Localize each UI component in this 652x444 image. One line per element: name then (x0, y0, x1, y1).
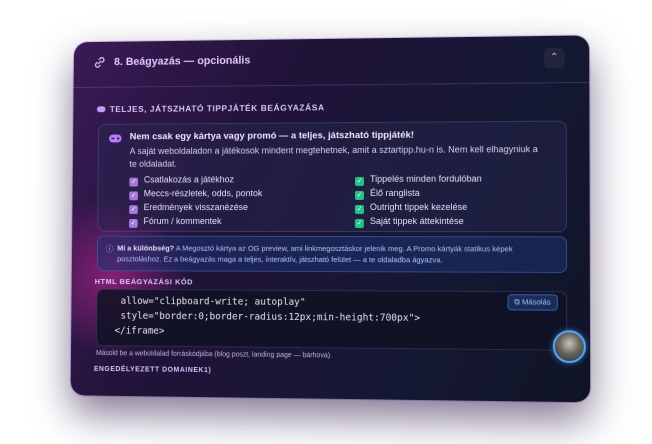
section-title: 8. Beágyazás — opcionális (114, 54, 251, 69)
feature-item: ✓ Outright tippek kezelése (354, 201, 468, 214)
feature-item: ✓ Tippelés minden fordulóban (354, 173, 482, 186)
code-line: </iframe> (114, 325, 165, 337)
info-icon: ⓘ (105, 244, 114, 254)
info-label: Mi a különbség? (117, 243, 175, 253)
copy-icon: ⧉ (514, 297, 522, 307)
code-line: allow="clipboard-write; autoplay" (120, 295, 306, 309)
link-icon (93, 56, 107, 70)
embed-box-description: A saját weboldaladon a játékosok mindent… (129, 144, 538, 169)
feature-item: ✓ Meccs-részletek, odds, pontok (129, 187, 263, 201)
code-block[interactable]: allow="clipboard-write; autoplay" style=… (96, 288, 568, 351)
copy-button[interactable]: ⧉ Másolás (507, 294, 558, 311)
feature-label: Csatlakozás a játékhoz (143, 174, 234, 185)
embed-info-box: Nem csak egy kártya vagy promó — a telje… (97, 120, 568, 233)
checkbox-icon: ✓ (128, 218, 138, 228)
feature-label: Outright tippek kezelése (369, 201, 468, 212)
feature-label: Eredmények visszanézése (143, 202, 249, 213)
gamepad-icon (109, 134, 122, 143)
code-hint: Másold be a weboldalad forráskódjába (bl… (95, 350, 332, 360)
feature-label: Saját tippek áttekintése (369, 215, 464, 227)
feature-label: Meccs-részletek, odds, pontok (143, 188, 263, 199)
domains-heading: ENGEDÉLYEZETT DOMAINEK1) (93, 365, 212, 375)
info-body: A Megosztó kártya az OG preview, ami lin… (117, 243, 513, 265)
feature-item: ✓ Csatlakozás a játékhoz (129, 173, 234, 187)
avatar[interactable] (552, 330, 586, 364)
checkbox-icon: ✓ (129, 177, 139, 187)
feature-label: Fórum / kommentek (143, 216, 222, 226)
embed-heading-text: TELJES, JÁTSZHATÓ TIPPJÁTÉK BEÁGYAZÁSA (109, 102, 325, 115)
checkbox-icon: ✓ (354, 190, 364, 200)
feature-label: Élő ranglista (369, 187, 420, 198)
chevron-up-icon[interactable]: ⌃ (544, 47, 565, 69)
feature-label: Tippelés minden fordulóban (369, 173, 482, 184)
feature-item: ✓ Saját tippek áttekintése (354, 215, 464, 229)
copy-label: Másolás (521, 297, 551, 307)
feature-item: ✓ Élő ranglista (354, 187, 420, 200)
checkbox-icon: ✓ (129, 191, 138, 201)
embed-box-title: Nem csak egy kártya vagy promó — a telje… (129, 129, 415, 143)
checkbox-icon: ✓ (129, 205, 138, 215)
gamepad-icon (96, 106, 106, 113)
embed-heading: TELJES, JÁTSZHATÓ TIPPJÁTÉK BEÁGYAZÁSA (96, 102, 325, 115)
section-header[interactable]: 8. Beágyazás — opcionális ⌃ (73, 35, 590, 89)
checkbox-icon: ✓ (354, 176, 365, 186)
code-line: style="border:0;border-radius:12px;min-h… (120, 310, 421, 324)
feature-item: ✓ Eredmények visszanézése (129, 201, 249, 215)
checkbox-icon: ✓ (354, 204, 364, 214)
checkbox-icon: ✓ (354, 219, 364, 229)
embed-settings-card: 8. Beágyazás — opcionális ⌃ TELJES, JÁTS… (70, 35, 591, 403)
info-text: Mi a különbség? A Megosztó kártya az OG … (117, 243, 556, 266)
code-heading: HTML BEÁGYAZÁSI KÓD (94, 277, 194, 287)
difference-info-box: ⓘ Mi a különbség? A Megosztó kártya az O… (96, 235, 568, 274)
feature-item: ✓ Fórum / kommentek (128, 215, 222, 228)
